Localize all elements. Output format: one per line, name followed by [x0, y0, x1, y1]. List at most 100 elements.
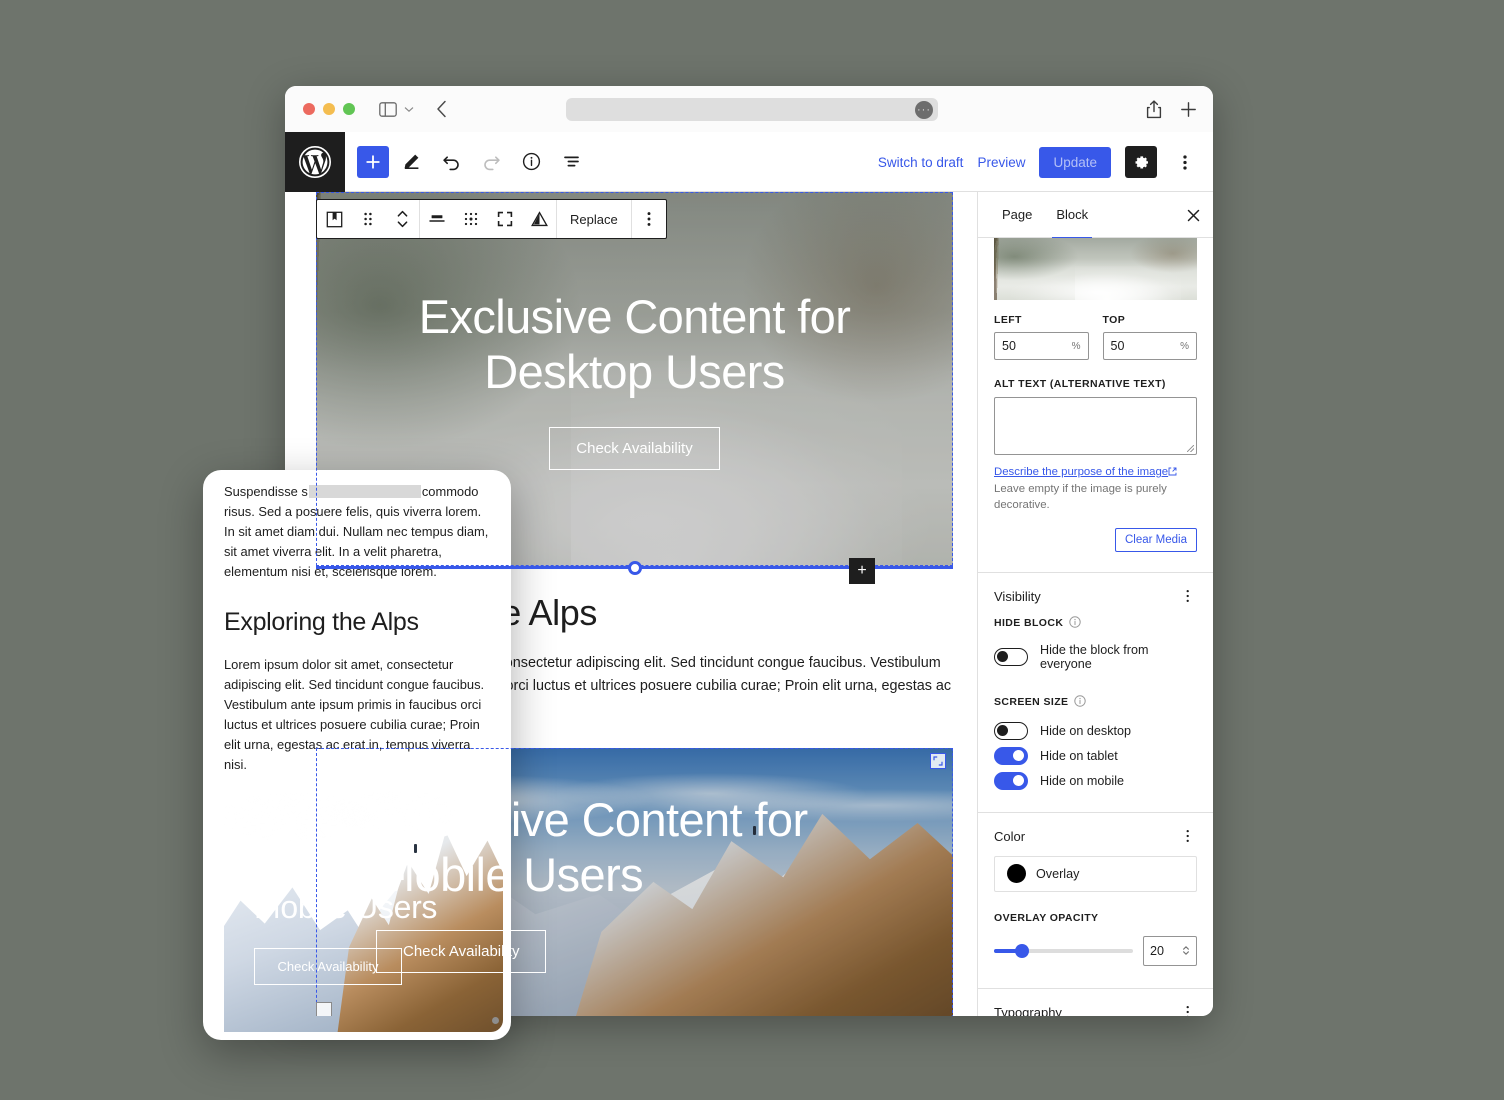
hide-on-mobile-label: Hide on mobile: [1040, 773, 1125, 788]
hide-block-label-text: HIDE BLOCK: [994, 617, 1064, 630]
preview-button[interactable]: Preview: [977, 155, 1025, 170]
new-tab-icon[interactable]: [1180, 101, 1197, 118]
typography-section-header: Typography: [978, 989, 1213, 1016]
align-icon[interactable]: [420, 200, 454, 238]
cover-one-title[interactable]: Exclusive Content for Desktop Users: [340, 290, 929, 400]
alt-text-help: Describe the purpose of the image Leave e…: [994, 464, 1197, 514]
focal-left-input[interactable]: 50 %: [994, 332, 1089, 360]
block-more-options-kebab-icon[interactable]: [632, 200, 666, 238]
focal-top-value: 50: [1110, 339, 1125, 353]
tab-block[interactable]: Block: [1044, 192, 1100, 239]
cover-resize-knob[interactable]: [628, 561, 642, 575]
hide-block-from-everyone-toggle[interactable]: [994, 647, 1028, 666]
tab-page[interactable]: Page: [990, 192, 1044, 238]
drag-handle-icon[interactable]: [351, 200, 385, 238]
full-height-icon[interactable]: [488, 200, 522, 238]
mobile-check-availability-button[interactable]: Check Availability: [254, 947, 402, 985]
check-availability-button[interactable]: Check Availability: [549, 427, 720, 471]
overlay-color-row[interactable]: Overlay: [994, 855, 1197, 892]
close-icon[interactable]: [1183, 205, 1203, 225]
overlay-opacity-slider[interactable]: [994, 943, 1133, 958]
mobile-intro-before: Suspendisse s: [224, 484, 308, 499]
browser-chrome-bar: ···: [285, 86, 1213, 132]
external-link-icon: [1168, 465, 1177, 481]
hide-on-mobile-row[interactable]: Hide on mobile: [978, 771, 1213, 790]
share-icon[interactable]: [1146, 99, 1162, 119]
hide-on-desktop-label: Hide on desktop: [1040, 723, 1132, 738]
color-section-header: Color: [978, 813, 1213, 856]
replace-button[interactable]: Replace: [557, 200, 631, 238]
hide-on-tablet-label: Hide on tablet: [1040, 748, 1118, 763]
wordpress-logo[interactable]: [285, 131, 345, 192]
editor-toolbar: [357, 144, 589, 180]
pencil-icon[interactable]: [393, 144, 429, 180]
window-traffic-lights: [303, 103, 355, 115]
cover-two-bottom-left-handle[interactable]: [316, 1002, 332, 1016]
overlay-opacity-label-text: OVERLAY OPACITY: [994, 911, 1099, 924]
overlay-color-label: Overlay: [1036, 866, 1080, 881]
color-options-kebab-icon[interactable]: [1179, 829, 1197, 843]
overlay-opacity-stepper[interactable]: 20: [1143, 935, 1197, 966]
inspector-tabs: Page Block: [978, 192, 1213, 239]
typography-options-kebab-icon[interactable]: [1179, 1005, 1197, 1016]
alt-text-input[interactable]: [994, 397, 1197, 455]
minimize-window-button[interactable]: [323, 103, 335, 115]
chevron-down-icon[interactable]: [402, 99, 416, 119]
editor-header: Switch to draft Preview Update: [285, 131, 1213, 192]
info-icon[interactable]: [1074, 694, 1087, 710]
hide-block-group-label: HIDE BLOCK: [978, 615, 1213, 631]
clear-media-button[interactable]: Clear Media: [1115, 527, 1197, 552]
inspector-scroll-area[interactable]: LEFT 50 % TOP 50 % ALT TEXT (ALTERNATIVE…: [978, 238, 1213, 1016]
hide-everyone-row[interactable]: Hide the block from everyone: [978, 643, 1213, 671]
stepper-arrows-icon[interactable]: [1182, 945, 1190, 956]
visibility-options-kebab-icon[interactable]: [1179, 589, 1197, 603]
focal-top-input[interactable]: 50 %: [1102, 332, 1197, 360]
alt-text-help-rest: Leave empty if the image is purely decor…: [994, 483, 1167, 512]
more-options-kebab-icon[interactable]: [1171, 146, 1199, 178]
overlay-color-swatch[interactable]: [1007, 864, 1026, 884]
hide-on-mobile-toggle[interactable]: [994, 771, 1028, 790]
alt-text-label: ALT TEXT (ALTERNATIVE TEXT): [994, 378, 1166, 390]
focal-top-field[interactable]: TOP 50 %: [1102, 314, 1197, 360]
info-circle-icon[interactable]: [513, 144, 549, 180]
visibility-title: Visibility: [994, 588, 1041, 604]
move-up-down-icon[interactable]: [385, 200, 419, 238]
block-toolbar[interactable]: Replace: [316, 199, 667, 239]
gear-icon[interactable]: [1125, 146, 1157, 178]
overlay-opacity-label: OVERLAY OPACITY: [978, 912, 1213, 924]
visibility-section-header: Visibility: [978, 573, 1213, 616]
hide-on-tablet-row[interactable]: Hide on tablet: [978, 746, 1213, 765]
redo-arrow-icon[interactable]: [473, 144, 509, 180]
cover-block-desktop[interactable]: Exclusive Content for Desktop Users Chec…: [316, 192, 953, 568]
info-icon[interactable]: [1069, 615, 1082, 631]
mobile-cover-title: Exclusive Content for Mobile Users: [254, 814, 438, 925]
update-button[interactable]: Update: [1039, 146, 1111, 178]
close-window-button[interactable]: [303, 103, 315, 115]
add-block-button[interactable]: [357, 145, 389, 178]
describe-image-link[interactable]: Describe the purpose of the image: [994, 466, 1168, 478]
undo-arrow-icon[interactable]: [433, 144, 469, 180]
focal-left-label: LEFT: [994, 314, 1022, 326]
hide-on-tablet-toggle[interactable]: [994, 746, 1028, 765]
hide-on-desktop-row[interactable]: Hide on desktop: [978, 721, 1213, 740]
duotone-filter-icon[interactable]: [522, 200, 556, 238]
color-title: Color: [994, 828, 1026, 844]
cover-two-resize-corner-icon[interactable]: [930, 753, 946, 769]
focal-left-value: 50: [1002, 339, 1016, 353]
hide-on-desktop-toggle[interactable]: [994, 721, 1028, 740]
focal-top-label: TOP: [1102, 314, 1126, 326]
focal-left-field[interactable]: LEFT 50 %: [994, 314, 1089, 360]
page-settings-icon[interactable]: ···: [915, 100, 933, 119]
block-appender-plus-icon[interactable]: +: [849, 558, 875, 584]
content-position-icon[interactable]: [454, 200, 488, 238]
back-arrow-icon[interactable]: [430, 98, 452, 120]
mobile-cover-block[interactable]: Exclusive Content for Mobile Users Check…: [224, 767, 503, 1032]
block-type-cover-icon[interactable]: [317, 200, 351, 238]
focal-point-thumbnail[interactable]: [994, 238, 1197, 300]
sidebar-toggle-icon[interactable]: [377, 98, 399, 120]
list-view-icon[interactable]: [553, 144, 589, 180]
overlay-opacity-control[interactable]: 20: [978, 935, 1213, 966]
address-bar[interactable]: ···: [566, 98, 938, 121]
zoom-window-button[interactable]: [343, 103, 355, 115]
switch-to-draft-button[interactable]: Switch to draft: [878, 155, 964, 170]
